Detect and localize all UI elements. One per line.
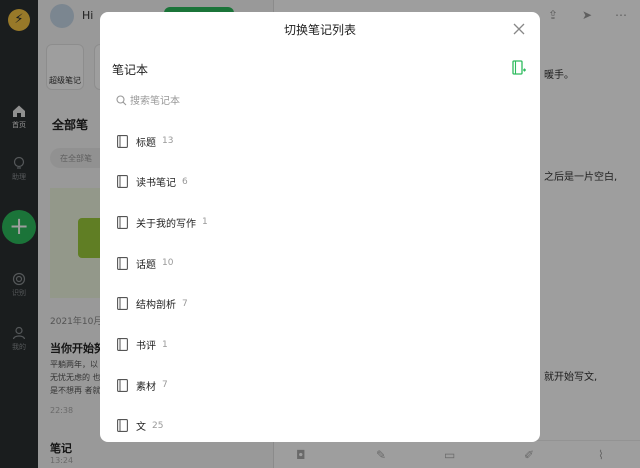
dialog-title: 切换笔记列表: [283, 23, 356, 37]
notebook-name: 话题: [136, 259, 156, 271]
notebook-count: 1: [162, 339, 168, 350]
search-icon: [116, 95, 127, 106]
notebook-item[interactable]: 读书笔记 6: [100, 162, 540, 202]
notebook-icon: [117, 419, 128, 433]
notebook-search-input[interactable]: [130, 92, 510, 110]
close-icon[interactable]: [512, 22, 526, 36]
new-notebook-icon[interactable]: [512, 60, 526, 76]
notebook-icon: [117, 338, 128, 351]
notebook-count: 7: [182, 298, 188, 309]
notebook-icon: [117, 175, 128, 189]
notebook-list: 标题 13 读书笔记 6 关于我的写作 1 话题 10 结构剖析 7 书评 1 素材 7 文 25: [100, 118, 540, 442]
notebook-count: 13: [162, 136, 174, 146]
notebook-name: 关于我的写作: [136, 218, 196, 230]
section-title: 笔记本: [112, 63, 149, 77]
notebook-count: 1: [202, 217, 208, 228]
notebook-item[interactable]: 结构剖析 7: [100, 284, 540, 324]
notebook-icon: [117, 378, 128, 392]
notebook-name: 读书笔记: [136, 178, 176, 190]
notebook-item[interactable]: 素材 7: [100, 365, 540, 405]
notebook-icon: [117, 134, 128, 148]
notebook-item[interactable]: 文 25: [100, 406, 540, 442]
notebook-name: 结构剖析: [136, 300, 176, 312]
notebook-name: 文: [136, 422, 146, 434]
notebook-name: 标题: [136, 137, 156, 149]
notebook-count: 25: [152, 420, 164, 431]
switch-notebook-dialog: 切换笔记列表 笔记本 标题 13 读书笔记 6 关于我的写作 1 话题 10 结构剖析 7 书评 1 素…: [100, 12, 540, 442]
notebook-item[interactable]: 标题 13: [100, 121, 540, 161]
notebook-icon: [117, 297, 128, 311]
notebook-icon: [117, 215, 128, 229]
notebook-count: 6: [182, 176, 188, 187]
notebook-count: 7: [162, 380, 168, 391]
notebook-name: 书评: [136, 341, 156, 352]
notebook-search-field[interactable]: [112, 89, 528, 113]
notebook-item[interactable]: 话题 10: [100, 243, 540, 283]
notebook-item[interactable]: 书评 1: [100, 325, 540, 365]
notebook-name: 素材: [136, 381, 156, 393]
notebook-icon: [117, 256, 128, 270]
notebook-count: 10: [162, 258, 174, 269]
notebook-item[interactable]: 关于我的写作 1: [100, 202, 540, 242]
